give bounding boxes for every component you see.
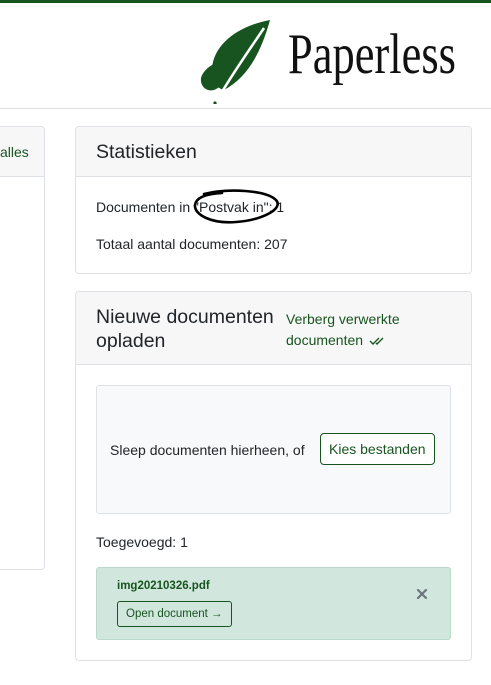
header-divider: [0, 108, 491, 109]
added-count: Toegevoegd: 1: [96, 534, 188, 550]
statistics-header: Statistieken: [76, 127, 471, 177]
total-documents-count: Totaal aantal documenten: 207: [96, 236, 288, 252]
show-all-link[interactable]: alles: [0, 144, 29, 160]
close-icon[interactable]: [416, 587, 428, 605]
handwritten-circle-annotation: [193, 189, 279, 224]
top-accent-bar: [0, 0, 491, 3]
hide-processed-link[interactable]: Verberg verwerkte documenten: [286, 309, 426, 352]
upload-title: Nieuwe documenten opladen: [96, 306, 274, 352]
file-dropzone[interactable]: Sleep documenten hierheen, of Kies besta…: [96, 385, 451, 514]
dropzone-text: Sleep documenten hierheen, of: [110, 442, 305, 458]
choose-files-button[interactable]: Kies bestanden: [320, 433, 435, 465]
brand-name: Paperless: [288, 23, 456, 86]
leaf-logo-icon: [198, 16, 274, 109]
statistics-title: Statistieken: [96, 141, 197, 163]
uploaded-file-alert: img20210326.pdf Open document →: [96, 567, 451, 640]
upload-header: Nieuwe documenten opladen Verberg verwer…: [76, 292, 471, 365]
upload-card: Nieuwe documenten opladen Verberg verwer…: [75, 291, 472, 661]
left-panel-card: alles: [0, 126, 45, 570]
double-check-icon: [369, 331, 385, 352]
open-document-button[interactable]: Open document →: [117, 601, 232, 627]
uploaded-file-name: img20210326.pdf: [117, 580, 210, 592]
